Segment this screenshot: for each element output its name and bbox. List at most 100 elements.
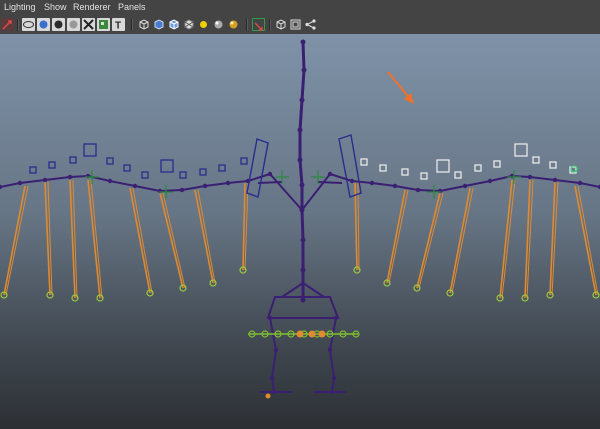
left-feather-ik — [242, 182, 246, 271]
left-feather-ik — [44, 181, 51, 296]
annotation-arrow-shaft — [387, 71, 412, 101]
use-lights-icon[interactable] — [97, 18, 110, 31]
leg-joint — [333, 315, 339, 321]
right-feather-ik — [357, 182, 360, 271]
left-wing-joint — [107, 178, 113, 184]
leg-joint — [327, 347, 333, 353]
spine-bone — [301, 41, 306, 71]
menu-renderer[interactable]: Renderer — [73, 2, 111, 12]
cube-icon[interactable] — [137, 18, 150, 31]
isolate-select-icon[interactable] — [227, 18, 240, 31]
hypergraph-icon[interactable] — [289, 18, 302, 31]
spine-joint — [299, 97, 305, 103]
right-wing-joint — [415, 187, 421, 193]
left-shoulder-bone — [257, 181, 283, 184]
toolbar-separator — [17, 19, 19, 31]
leg-joint — [267, 315, 273, 321]
spine-joint — [297, 157, 303, 163]
right-wing-bone — [464, 180, 491, 187]
toolbar-separator — [269, 19, 271, 31]
hip-bone — [281, 282, 304, 298]
magnet-arrow-icon[interactable] — [1, 18, 14, 31]
right-feather-ik — [577, 185, 599, 296]
wireframe-on-shaded-icon[interactable] — [167, 18, 180, 31]
left-feather-control — [29, 166, 37, 174]
bounding-box-icon[interactable] — [67, 18, 80, 31]
left-wing-bone — [19, 179, 46, 184]
share-nodes-icon[interactable] — [304, 18, 317, 31]
bird-skeleton-rig — [0, 39, 600, 399]
left-wing-joint — [132, 183, 138, 189]
left-feather-control — [179, 171, 187, 179]
left-feather-control — [106, 157, 114, 165]
right-clavicle-bone — [301, 173, 331, 211]
menu-show[interactable]: Show — [44, 2, 67, 12]
menu-lighting[interactable]: Lighting — [4, 2, 36, 12]
right-wing-joint — [527, 174, 533, 180]
left-wing-bone — [109, 180, 136, 187]
xray-icon[interactable] — [252, 18, 265, 31]
maya-viewport-panel: Lighting Show Renderer Panels T — [0, 0, 600, 429]
leg-joint — [273, 347, 279, 353]
right-feather-ik — [386, 189, 406, 284]
3d-viewport[interactable] — [0, 34, 600, 429]
left-feather-control — [160, 159, 174, 173]
right-feather-control — [436, 159, 450, 173]
right-wing-bone — [579, 182, 600, 188]
left-wing-joint — [225, 180, 231, 186]
panel-toolbar: T — [0, 17, 600, 35]
smooth-shade-all-icon[interactable] — [52, 18, 65, 31]
left-feather-control — [141, 171, 149, 179]
right-feather-ik — [574, 185, 597, 296]
spine-joint — [301, 67, 307, 73]
right-feather-control — [454, 171, 462, 179]
left-wing-joint — [67, 174, 73, 180]
default-light-icon[interactable] — [182, 18, 195, 31]
shaded-cube-icon[interactable] — [152, 18, 165, 31]
skeleton-bones — [0, 39, 600, 395]
shadows-icon[interactable] — [212, 18, 225, 31]
xray-joints-icon[interactable] — [274, 18, 287, 31]
right-feather-ik — [449, 187, 471, 294]
right-feather-control — [379, 164, 387, 172]
left-feather-ik — [3, 185, 26, 296]
menu-panels[interactable]: Panels — [118, 2, 146, 12]
right-feather-control — [420, 172, 428, 180]
panel-menu-bar: Lighting Show Renderer Panels — [0, 0, 600, 18]
right-feather-control — [493, 160, 501, 168]
textured-icon[interactable] — [82, 18, 95, 31]
all-lights-icon[interactable] — [197, 18, 210, 31]
text-icon[interactable]: T — [112, 18, 125, 32]
wing-ik-chains — [0, 179, 600, 302]
left-feather-ik — [87, 179, 101, 299]
right-feather-control — [514, 143, 528, 157]
wireframe-icon[interactable] — [22, 18, 35, 31]
left-feather-control — [48, 161, 56, 169]
right-feather-ik — [499, 179, 513, 299]
right-wing-bone — [371, 182, 396, 187]
left-feather-control — [83, 143, 97, 157]
hip-orange-locator — [308, 330, 316, 338]
left-feather-ik — [69, 179, 76, 299]
right-wing-bone — [554, 179, 581, 184]
right-wing-joint — [349, 178, 355, 184]
left-feather-control — [69, 156, 77, 164]
spine-joint — [297, 127, 303, 133]
right-feather-ik — [501, 179, 516, 299]
right-feather-ik — [354, 182, 358, 271]
right-wing-joint — [462, 183, 468, 189]
right-wing-bone — [439, 185, 466, 192]
left-wing-bone — [204, 182, 229, 187]
spine-bone — [298, 159, 304, 186]
left-clavicle-bone — [269, 173, 303, 211]
smooth-shade-icon[interactable] — [37, 18, 50, 31]
left-wing-bone — [247, 173, 271, 182]
left-wing-joint — [42, 177, 48, 183]
right-feather-ik — [416, 192, 441, 289]
foot-locator — [265, 393, 271, 399]
toolbar-separator — [246, 19, 248, 31]
left-feather-ik — [5, 185, 29, 296]
hip-orange-locator — [296, 330, 304, 338]
shin-bone — [329, 349, 335, 379]
left-feather-control — [123, 164, 131, 172]
